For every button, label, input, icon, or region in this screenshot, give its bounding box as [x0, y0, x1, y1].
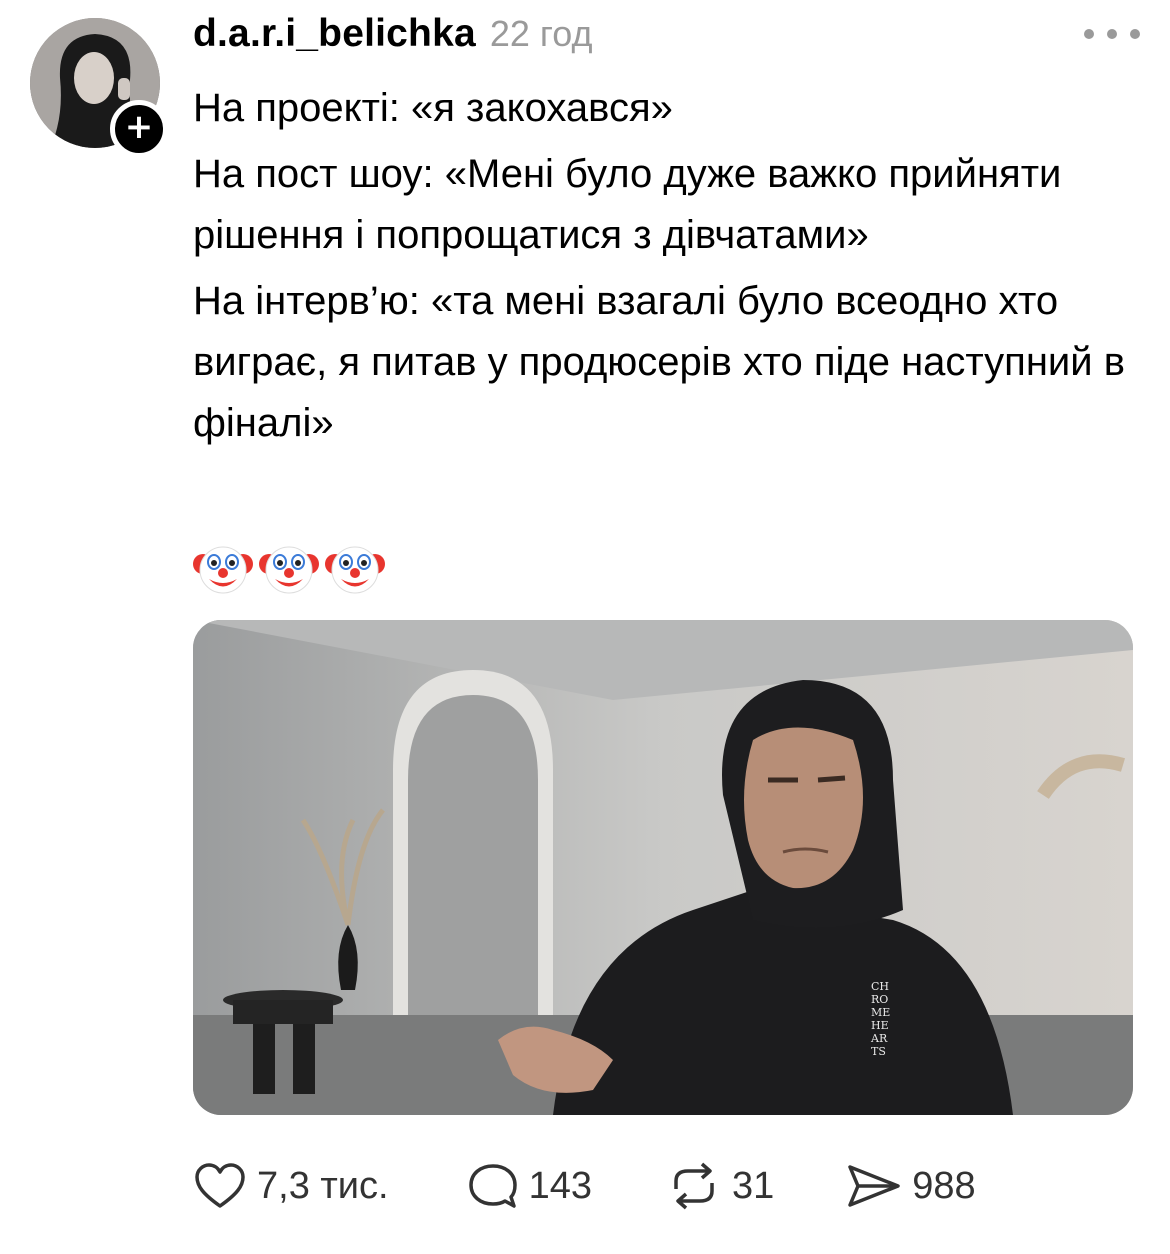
reply-button[interactable]: 143: [467, 1162, 592, 1210]
post-line: На пост шоу: «Мені було дуже важко прийн…: [193, 152, 1062, 257]
post-image[interactable]: CH RO ME HE AR TS: [193, 620, 1133, 1115]
post-line: На проекті: «я закохався»: [193, 86, 673, 130]
share-button[interactable]: 988: [846, 1162, 976, 1210]
interview-photo: CH RO ME HE AR TS: [193, 620, 1133, 1115]
repost-icon: [674, 1162, 714, 1210]
dot: [1130, 29, 1140, 39]
clown-face-icon: [325, 546, 385, 594]
author-avatar-wrap[interactable]: +: [30, 18, 168, 158]
post-line: На інтерв’ю: «та мені взагалі було всеод…: [193, 279, 1125, 445]
share-count: 988: [912, 1164, 976, 1207]
reply-count: 143: [528, 1164, 592, 1207]
follow-button[interactable]: +: [110, 100, 168, 158]
dot: [1084, 29, 1094, 39]
like-count: 7,3 тис.: [257, 1164, 389, 1207]
post-header: d.a.r.i_belichka 22 год: [193, 12, 592, 66]
post-text: На проекті: «я закохався» На пост шоу: «…: [193, 78, 1143, 459]
heart-icon: [195, 1163, 245, 1208]
emoji-row: [193, 540, 385, 596]
comment-icon: [468, 1164, 517, 1208]
dot: [1107, 29, 1117, 39]
more-options-icon[interactable]: [1084, 24, 1140, 44]
repost-button[interactable]: 31: [666, 1161, 774, 1211]
clown-face-icon: [259, 546, 319, 594]
like-button[interactable]: 7,3 тис.: [193, 1162, 389, 1210]
username[interactable]: d.a.r.i_belichka: [193, 12, 476, 56]
clown-face-icon: [193, 546, 253, 594]
timestamp: 22 год: [489, 13, 593, 54]
post-actions: 7,3 тис. 143 31 988: [193, 1155, 976, 1217]
send-icon: [848, 1165, 901, 1207]
repost-count: 31: [731, 1164, 775, 1207]
